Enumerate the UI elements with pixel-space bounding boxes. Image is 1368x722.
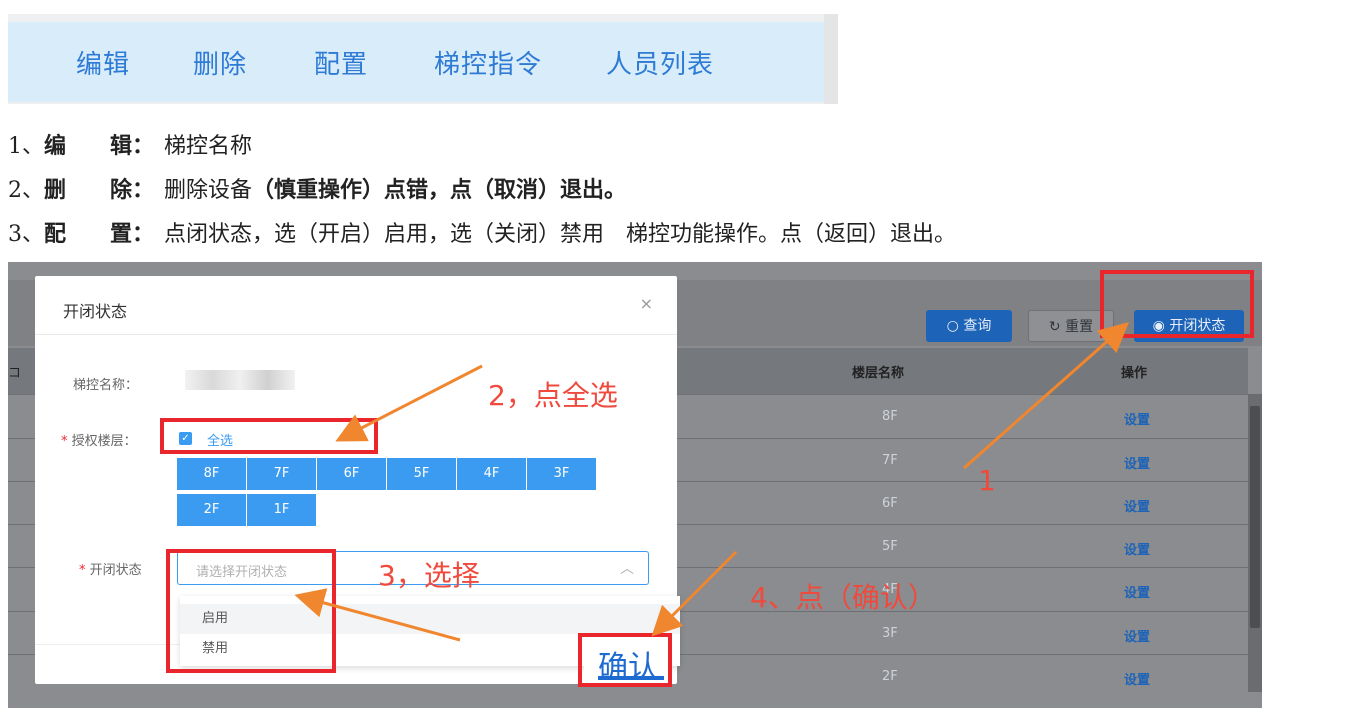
arrow-step-4: [651, 550, 738, 637]
annotation-arrows: [294, 322, 1129, 642]
arrow-step-1: [963, 322, 1129, 470]
arrow-step-2: [335, 364, 483, 442]
arrow-step-3: [294, 588, 461, 642]
